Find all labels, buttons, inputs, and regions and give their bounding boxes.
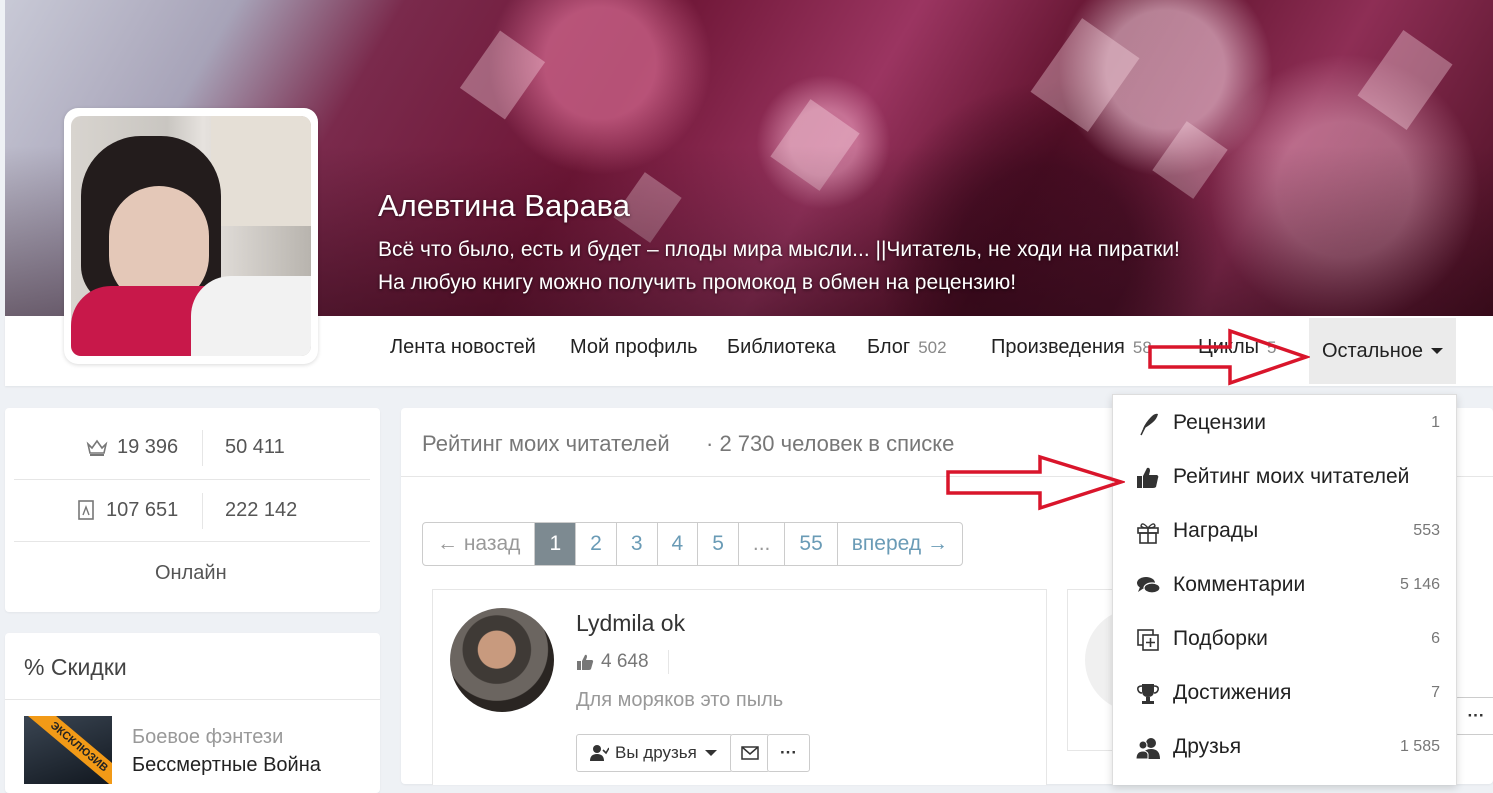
more-button[interactable]: ··· xyxy=(1455,697,1493,735)
menu-item-collections[interactable]: Подборки 6 xyxy=(1113,613,1456,667)
pager-page-4[interactable]: 4 xyxy=(658,523,699,565)
menu-item-readers-rating[interactable]: Рейтинг моих читателей xyxy=(1113,451,1456,505)
avatar-image xyxy=(71,116,311,356)
stat-crown-value: 19 396 xyxy=(117,436,179,458)
reader-avatar[interactable] xyxy=(450,608,554,712)
nav-label: Произведения xyxy=(991,336,1125,358)
caret-down-icon xyxy=(1431,348,1443,354)
nav-library[interactable]: Библиотека xyxy=(727,336,836,359)
annotation-arrow xyxy=(946,454,1125,511)
nav-count: 502 xyxy=(918,338,947,357)
avatar-bg xyxy=(211,116,311,226)
crown-icon xyxy=(86,439,108,456)
pager-next[interactable]: вперед → xyxy=(838,523,962,565)
menu-item-comments[interactable]: Комментарии 5 146 xyxy=(1113,559,1456,613)
divider xyxy=(14,479,370,480)
reader-quote: Для моряков это пыль xyxy=(576,689,784,711)
divider xyxy=(5,699,380,700)
friends-label: Вы друзья xyxy=(615,743,697,762)
menu-label: Подборки xyxy=(1173,627,1268,650)
user-icon xyxy=(590,745,609,761)
more-dropdown-menu: Рецензии 1 Рейтинг моих читателей Наград… xyxy=(1112,394,1457,785)
pager-page-1[interactable]: 1 xyxy=(535,523,577,565)
nav-label: Мой профиль xyxy=(570,336,698,358)
stat-fourth-value: 222 142 xyxy=(225,499,298,521)
menu-count: 6 xyxy=(1431,630,1440,647)
avatar-cardigan xyxy=(191,276,311,356)
thumbs-up-icon xyxy=(1137,467,1159,488)
avatar[interactable] xyxy=(64,108,318,364)
trophy-icon xyxy=(1137,684,1159,704)
book-title[interactable]: Бессмертные Война xyxy=(132,754,321,777)
more-dots-icon: ··· xyxy=(1467,706,1485,725)
page-title: Рейтинг моих читателей xyxy=(422,431,670,456)
nav-my-profile[interactable]: Мой профиль xyxy=(570,336,698,359)
nav-label: Библиотека xyxy=(727,336,836,358)
caret-down-icon xyxy=(704,750,717,756)
pager-ellipsis: ... xyxy=(739,523,786,565)
pagination: ← назад 1 2 3 4 5 ... 55 вперед → xyxy=(422,522,963,566)
book-genre[interactable]: Боевое фэнтези xyxy=(132,726,283,749)
online-status: Онлайн xyxy=(155,562,227,584)
crystal-facet xyxy=(459,30,546,120)
reader-name[interactable]: Lydmila ok xyxy=(576,610,685,637)
more-dots-icon: ··· xyxy=(780,743,797,762)
reader-likes: 4 648 xyxy=(601,651,649,672)
menu-item-achievements[interactable]: Достижения 7 xyxy=(1113,667,1456,721)
friends-icon xyxy=(1135,738,1160,760)
nav-label: Лента новостей xyxy=(390,336,536,358)
menu-count: 553 xyxy=(1413,522,1440,539)
thumbs-up-icon xyxy=(577,654,594,670)
exclusive-badge: ЭКСКЛЮЗИВ xyxy=(24,716,112,784)
more-button[interactable]: ··· xyxy=(767,734,810,772)
nav-label: Блог xyxy=(867,336,911,358)
friends-button[interactable]: Вы друзья xyxy=(576,734,733,772)
readers-count: · 2 730 человек в списке xyxy=(706,431,955,456)
menu-label: Достижения xyxy=(1173,681,1292,704)
pager-page-2[interactable]: 2 xyxy=(576,523,617,565)
nav-more-label: Остальное xyxy=(1322,339,1423,362)
book-cover[interactable]: ЭКСКЛЮЗИВ xyxy=(24,716,112,784)
collections-icon xyxy=(1137,629,1159,651)
envelope-icon xyxy=(741,746,759,760)
divider xyxy=(202,430,203,466)
menu-count: 7 xyxy=(1431,684,1440,701)
nav-works[interactable]: Произведения 58 xyxy=(991,336,1152,359)
pager-page-55[interactable]: 55 xyxy=(785,523,838,565)
comments-icon xyxy=(1137,577,1161,594)
pager-prev[interactable]: ← назад xyxy=(423,523,536,565)
menu-label: Комментарии xyxy=(1173,573,1306,596)
pager-page-3[interactable]: 3 xyxy=(617,523,658,565)
menu-count: 5 146 xyxy=(1399,576,1440,593)
divider xyxy=(202,493,203,529)
menu-item-friends[interactable]: Друзья 1 585 xyxy=(1113,721,1456,775)
menu-item-awards[interactable]: Награды 553 xyxy=(1113,505,1456,559)
menu-count: 1 xyxy=(1431,414,1440,431)
stat-book-value: 107 651 xyxy=(106,499,179,521)
author-name: Алевтина Варава xyxy=(378,188,631,223)
menu-label: Награды xyxy=(1173,519,1259,542)
book-icon xyxy=(78,500,94,520)
crystal-facet xyxy=(1030,18,1140,132)
discounts-title: % Скидки xyxy=(24,654,127,680)
menu-label: Рейтинг моих читателей xyxy=(1173,465,1410,488)
annotation-arrow xyxy=(1148,328,1310,386)
nav-more-dropdown[interactable]: Остальное xyxy=(1309,318,1456,384)
message-button[interactable] xyxy=(730,734,770,772)
quill-icon xyxy=(1140,413,1158,436)
menu-item-reviews[interactable]: Рецензии 1 xyxy=(1113,397,1456,451)
nav-blog[interactable]: Блог 502 xyxy=(867,336,947,359)
menu-count: 1 585 xyxy=(1399,738,1440,755)
crystal-facet xyxy=(1357,30,1453,130)
divider xyxy=(668,650,669,674)
stat-second-value: 50 411 xyxy=(225,436,285,458)
author-status: Всё что было, есть и будет – плоды мира … xyxy=(378,238,1180,294)
menu-label: Друзья xyxy=(1173,735,1242,758)
gift-icon xyxy=(1137,523,1159,544)
nav-news-feed[interactable]: Лента новостей xyxy=(390,336,536,359)
pager-page-5[interactable]: 5 xyxy=(698,523,739,565)
divider xyxy=(14,541,370,542)
menu-label: Рецензии xyxy=(1173,411,1266,434)
